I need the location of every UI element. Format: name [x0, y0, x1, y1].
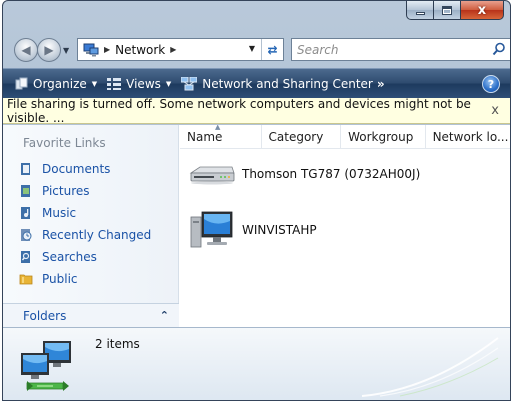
organize-icon	[15, 77, 28, 90]
chevron-up-icon: ⌃	[159, 309, 169, 322]
organize-label: Organize	[33, 76, 87, 91]
folders-toggle[interactable]: Folders ⌃	[3, 303, 179, 327]
navigation-row: ◀ ▶ ▼ ▶ Network ▶ ▼ ⇄ Search	[3, 33, 510, 62]
views-dropdown-icon: ▼	[165, 79, 172, 88]
public-folder-icon	[19, 274, 33, 285]
refresh-icon: ⇄	[267, 42, 278, 57]
sort-ascending-icon: ▲	[215, 125, 221, 131]
network-sharing-center-button[interactable]: Network and Sharing Center »	[181, 76, 385, 91]
views-label: Views	[126, 76, 161, 91]
title-bar[interactable]: x	[3, 1, 510, 31]
favorite-link-label: Documents	[42, 162, 111, 176]
infobar-close-icon[interactable]: x	[491, 103, 499, 118]
favorite-link-label: Recently Changed	[42, 228, 152, 242]
column-header-category[interactable]: Category	[262, 125, 342, 149]
forward-arrow-icon: ▶	[44, 43, 54, 57]
column-header-row: ▲ Name Category Workgroup Network lo...	[180, 125, 510, 149]
search-icon[interactable]	[492, 42, 506, 56]
pictures-icon	[21, 185, 30, 197]
favorite-link-searches[interactable]: Searches	[19, 246, 151, 268]
close-icon: x	[477, 2, 487, 18]
infobar-message[interactable]: File sharing is turned off. Some network…	[7, 97, 510, 125]
favorite-links-list: Documents Pictures Music Recently Change…	[19, 158, 151, 290]
navigation-pane: Favorite Links Documents Pictures Music …	[3, 125, 179, 327]
folders-label: Folders	[23, 308, 67, 323]
breadcrumb-location[interactable]: Network	[115, 43, 165, 57]
column-header-workgroup[interactable]: Workgroup	[341, 125, 426, 149]
help-button[interactable]: ?	[482, 75, 500, 93]
column-header-network-location[interactable]: Network lo...	[426, 125, 510, 149]
search-input[interactable]: Search	[297, 43, 339, 57]
breadcrumb-separator-icon[interactable]: ▶	[104, 45, 110, 54]
computer-icon	[190, 211, 233, 248]
close-button[interactable]: x	[460, 1, 504, 20]
back-arrow-icon: ◀	[21, 43, 31, 57]
search-box[interactable]: Search	[291, 38, 510, 61]
views-icon	[107, 77, 122, 90]
favorite-link-music[interactable]: Music	[19, 202, 151, 224]
decorative-swoosh	[361, 337, 499, 397]
favorite-link-documents[interactable]: Documents	[19, 158, 151, 180]
searches-icon	[21, 251, 30, 263]
favorite-links-heading: Favorite Links	[23, 136, 106, 150]
breadcrumb-separator-icon[interactable]: ▶	[170, 45, 176, 54]
organize-menu-button[interactable]: Organize ▼	[15, 77, 97, 91]
favorite-link-public[interactable]: Public	[19, 268, 151, 290]
music-icon	[21, 207, 30, 219]
organize-dropdown-icon: ▼	[91, 79, 98, 88]
documents-icon	[21, 163, 30, 175]
recent-pages-dropdown-icon[interactable]: ▼	[63, 46, 69, 55]
network-computers-icon	[21, 341, 71, 391]
favorite-link-pictures[interactable]: Pictures	[19, 180, 151, 202]
file-list-pane: ▲ Name Category Workgroup Network lo...	[180, 125, 510, 327]
help-icon: ?	[487, 77, 495, 91]
file-sharing-infobar[interactable]: File sharing is turned off. Some network…	[3, 97, 510, 125]
network-item-label: Thomson TG787 (0732AH00J)	[242, 167, 421, 181]
network-sharing-center-icon	[181, 76, 198, 90]
refresh-button[interactable]: ⇄	[261, 39, 283, 60]
item-count: 2 items	[95, 337, 140, 351]
address-dropdown-icon[interactable]: ▼	[249, 44, 255, 53]
minimize-button[interactable]	[406, 1, 433, 20]
network-item-label: WINVISTAHP	[242, 223, 317, 237]
favorite-link-label: Searches	[42, 250, 97, 264]
minimize-icon	[415, 11, 425, 15]
recently-changed-icon	[21, 229, 32, 241]
content-area: Favorite Links Documents Pictures Music …	[3, 125, 510, 327]
favorite-link-label: Music	[42, 206, 77, 220]
favorite-link-recently-changed[interactable]: Recently Changed	[19, 224, 151, 246]
caption-buttons: x	[406, 1, 504, 21]
views-menu-button[interactable]: Views ▼	[107, 77, 171, 91]
column-header-name[interactable]: ▲ Name	[180, 125, 262, 149]
router-icon	[189, 166, 235, 185]
network-location-icon	[83, 43, 99, 56]
details-pane: 2 items	[3, 327, 510, 400]
explorer-window: x ◀ ▶ ▼ ▶ Network ▶ ▼ ⇄ Search Organize …	[2, 0, 511, 401]
address-bar[interactable]: ▶ Network ▶ ▼ ⇄	[77, 38, 284, 61]
back-button[interactable]: ◀	[14, 38, 38, 62]
favorite-link-label: Public	[42, 272, 78, 286]
network-item-router[interactable]: Thomson TG787 (0732AH00J)	[188, 163, 420, 185]
favorite-link-label: Pictures	[42, 184, 90, 198]
toolbar-overflow-button[interactable]: »	[377, 77, 385, 91]
network-item-computer[interactable]: WINVISTAHP	[188, 209, 317, 251]
forward-button[interactable]: ▶	[37, 38, 61, 62]
maximize-button[interactable]	[433, 1, 460, 20]
maximize-icon	[442, 5, 452, 15]
command-toolbar: Organize ▼ Views ▼ Network and Sharing C…	[3, 68, 510, 98]
network-sharing-center-label: Network and Sharing Center	[202, 76, 373, 91]
